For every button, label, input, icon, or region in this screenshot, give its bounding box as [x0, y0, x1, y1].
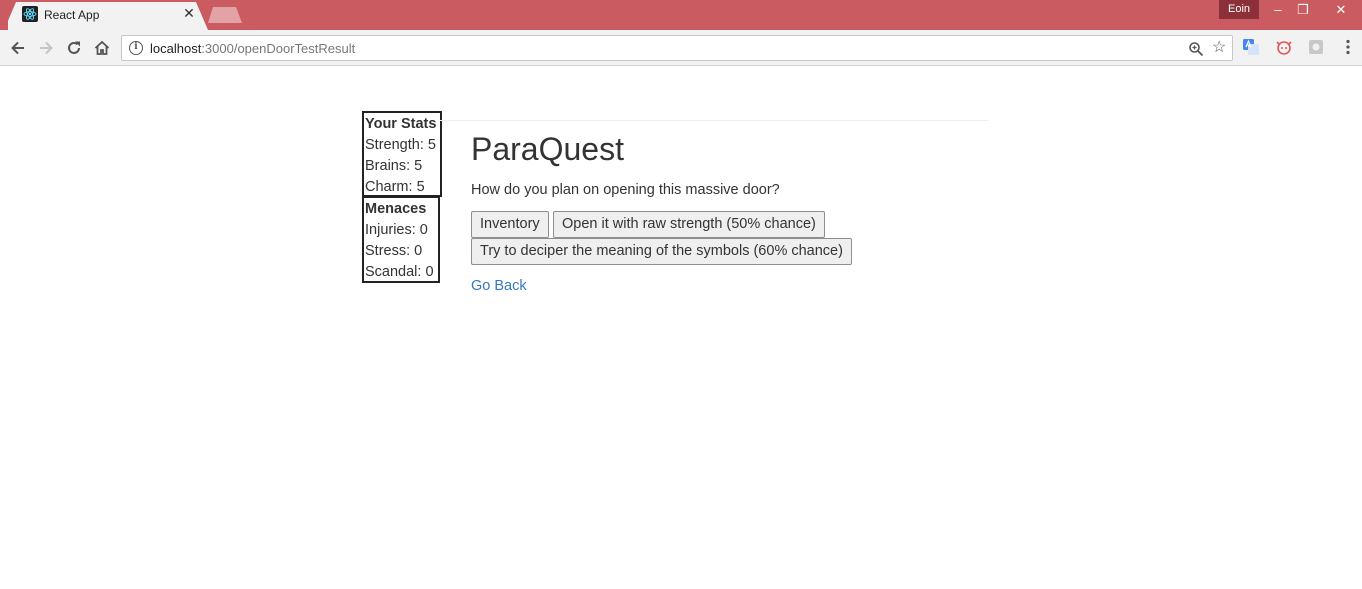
tab-close-icon[interactable]: ✕: [182, 6, 196, 20]
url-text[interactable]: localhost:3000/openDoorTestResult: [150, 41, 355, 56]
extension-cat-icon[interactable]: [1275, 38, 1293, 56]
zoom-icon[interactable]: [1188, 41, 1204, 57]
tab-title: React App: [44, 8, 100, 22]
info-icon[interactable]: i: [129, 41, 143, 55]
menace-injuries: Injuries: 0: [365, 222, 428, 238]
star-icon[interactable]: ☆: [1212, 39, 1226, 57]
menaces-panel: Menaces Injuries: 0 Stress: 0 Scandal: 0: [362, 196, 440, 283]
stat-charm: Charm: 5: [365, 179, 425, 195]
browser-toolbar: i localhost:3000/openDoorTestResult ☆: [0, 30, 1362, 66]
stat-strength: Strength: 5: [365, 137, 436, 153]
scene-question: How do you plan on opening this massive …: [471, 182, 780, 198]
profile-badge[interactable]: Eoin: [1219, 0, 1259, 19]
new-tab-button[interactable]: [208, 7, 242, 23]
address-bar[interactable]: i localhost:3000/openDoorTestResult ☆: [121, 35, 1233, 61]
extension-grey-icon[interactable]: [1307, 38, 1325, 56]
inventory-button[interactable]: Inventory: [471, 211, 549, 238]
back-arrow-icon: [11, 41, 24, 55]
close-window-icon[interactable]: ✕: [1327, 0, 1355, 20]
stats-title: Your Stats: [365, 116, 437, 132]
home-icon: [94, 40, 110, 55]
raw-strength-button[interactable]: Open it with raw strength (50% chance): [553, 211, 825, 238]
reload-icon: [68, 41, 80, 54]
forward-button[interactable]: [34, 36, 58, 60]
menaces-title: Menaces: [365, 201, 427, 217]
restore-icon[interactable]: ❐: [1289, 0, 1317, 20]
header-divider: [440, 120, 988, 121]
back-button[interactable]: [6, 36, 30, 60]
home-button[interactable]: [90, 36, 114, 60]
react-favicon-icon: [22, 6, 38, 22]
reload-button[interactable]: [62, 36, 86, 60]
your-stats-panel: Your Stats Strength: 5 Brains: 5 Charm: …: [362, 111, 442, 197]
translate-icon[interactable]: [1242, 38, 1260, 56]
minimize-icon[interactable]: –: [1264, 0, 1292, 20]
url-path: :3000/openDoorTestResult: [201, 41, 356, 56]
stat-brains: Brains: 5: [365, 158, 423, 174]
url-host: localhost: [150, 41, 202, 56]
decipher-symbols-button[interactable]: Try to deciper the meaning of the symbol…: [471, 238, 852, 265]
menace-stress: Stress: 0: [365, 243, 423, 259]
go-back-link[interactable]: Go Back: [471, 278, 527, 294]
browser-tab[interactable]: [8, 2, 208, 30]
browser-titlebar: React App ✕ Eoin – ❐ ✕: [0, 0, 1362, 30]
page-title: ParaQuest: [471, 131, 624, 167]
forward-arrow-icon: [40, 41, 53, 55]
kebab-menu-icon[interactable]: [1339, 38, 1357, 56]
menace-scandal: Scandal: 0: [365, 264, 434, 280]
